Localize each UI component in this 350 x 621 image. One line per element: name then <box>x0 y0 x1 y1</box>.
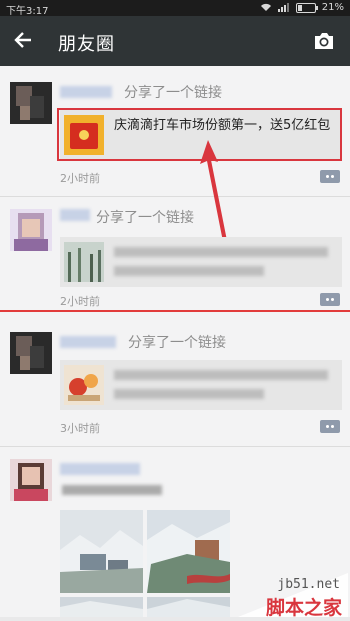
page-title: 朋友圈 <box>58 34 115 55</box>
camera-icon[interactable] <box>312 29 336 53</box>
battery-icon <box>295 2 318 13</box>
post-time: 2小时前 <box>60 172 100 185</box>
blurred-link-text <box>114 247 328 257</box>
link-thumbnail <box>64 365 104 405</box>
signal-icon <box>277 3 289 12</box>
share-action: 分享了一个链接 <box>96 210 194 226</box>
avatar[interactable] <box>10 459 52 501</box>
wifi-icon <box>260 3 271 11</box>
post-photo[interactable] <box>60 510 143 593</box>
blurred-link-text <box>114 266 264 276</box>
blurred-post-text <box>62 485 162 495</box>
share-action: 分享了一个链接 <box>128 335 226 351</box>
watermark-label: 脚本之家 <box>265 597 342 619</box>
poster-name[interactable] <box>60 336 116 348</box>
arrow-left-icon[interactable] <box>10 27 36 53</box>
blurred-link-text <box>114 370 328 380</box>
avatar[interactable] <box>10 332 52 374</box>
share-action: 分享了一个链接 <box>124 85 222 101</box>
battery-percent: 21% <box>321 2 344 13</box>
link-thumbnail <box>64 242 104 282</box>
comment-icon[interactable] <box>320 293 340 306</box>
poster-name[interactable] <box>60 209 90 221</box>
post-photo[interactable] <box>147 597 230 617</box>
shared-link-card[interactable] <box>60 237 342 287</box>
moments-feed[interactable]: 分享了一个链接 庆滴滴打车市场份额第一，送5亿红包 2小时前 分享了一个链接 2… <box>0 66 350 619</box>
post-time: 2小时前 <box>60 295 100 308</box>
comment-icon[interactable] <box>320 170 340 183</box>
status-icons: 21% <box>260 2 344 13</box>
poster-name[interactable] <box>60 86 112 98</box>
watermark-site: jb51.net <box>277 577 340 592</box>
comment-icon[interactable] <box>320 420 340 433</box>
feed-post: 分享了一个链接 3小时前 <box>0 312 350 447</box>
post-photo[interactable] <box>60 597 143 617</box>
feed-post: 分享了一个链接 2小时前 <box>0 197 350 310</box>
watermark: jb51.net 脚本之家 <box>238 573 348 619</box>
status-time: 下午3:17 <box>6 6 49 17</box>
avatar[interactable] <box>10 82 52 124</box>
post-time: 3小时前 <box>60 422 100 435</box>
app-bar: 朋友圈 <box>0 16 350 66</box>
shared-link-card[interactable] <box>60 360 342 410</box>
post-photo[interactable] <box>147 510 230 593</box>
avatar[interactable] <box>10 209 52 251</box>
poster-name[interactable] <box>60 463 140 475</box>
blurred-link-text <box>114 389 264 399</box>
status-bar: 下午3:17 21% <box>0 0 350 17</box>
